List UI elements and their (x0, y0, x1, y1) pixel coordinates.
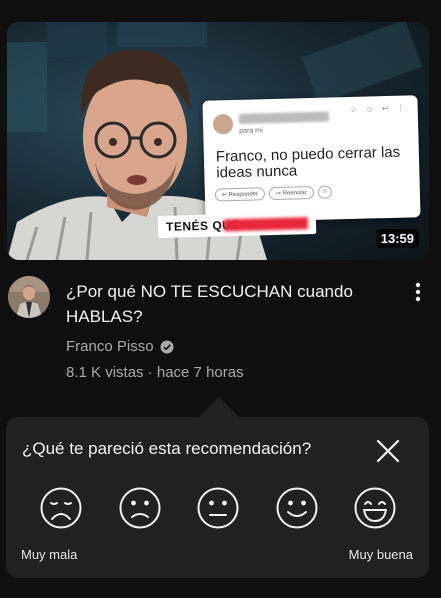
blurred-sender-name (238, 111, 330, 124)
channel-name[interactable]: Franco Pisso (66, 338, 154, 355)
email-avatar (212, 114, 234, 135)
emoji-chip: ☺ (317, 185, 332, 199)
caption-redacted (223, 217, 309, 232)
video-stats: 8.1 K vistas · hace 7 horas (66, 364, 244, 381)
forward-chip: ↪ Reenviar (268, 185, 314, 201)
email-recipient: para mí (239, 127, 264, 135)
verified-check-icon (160, 340, 174, 353)
duration-badge: 13:59 (375, 229, 419, 248)
close-icon[interactable] (373, 436, 403, 466)
rating-label-high: Muy buena (348, 547, 413, 562)
video-thumbnail[interactable]: para mí ☆ ☺ ↩ ⋮ Franco, no puedo cerrar … (7, 22, 429, 260)
survey-question: ¿Qué te pareció esta recomendación? (22, 439, 312, 458)
channel-avatar-image (8, 276, 50, 318)
feedback-survey: ¿Qué te pareció esta recomendación? Muy … (6, 417, 429, 578)
email-actions: ↩ Responder ↪ Reenviar ☺ (214, 185, 332, 202)
thumbnail-caption: TENÉS QUE (157, 211, 317, 239)
very-good-face-icon[interactable] (353, 486, 397, 530)
reply-chip: ↩ Responder (214, 187, 266, 202)
rating-options (39, 486, 397, 530)
channel-avatar[interactable] (8, 276, 50, 318)
bad-face-icon[interactable] (118, 486, 162, 530)
rating-label-low: Muy mala (21, 547, 78, 562)
email-card-overlay: para mí ☆ ☺ ↩ ⋮ Franco, no puedo cerrar … (202, 95, 421, 223)
channel-name-row[interactable]: Franco Pisso (66, 338, 174, 355)
email-tools-icons: ☆ ☺ ↩ ⋮ (349, 103, 408, 114)
neutral-face-icon[interactable] (196, 486, 240, 530)
survey-pointer (199, 397, 239, 417)
very-bad-face-icon[interactable] (39, 486, 83, 530)
email-message: Franco, no puedo cerrar las ideas nunca (215, 143, 401, 182)
good-face-icon[interactable] (275, 486, 319, 530)
more-vert-icon[interactable] (412, 282, 424, 302)
video-title[interactable]: ¿Por qué NO TE ESCUCHAN cuando HABLAS? (66, 279, 396, 329)
